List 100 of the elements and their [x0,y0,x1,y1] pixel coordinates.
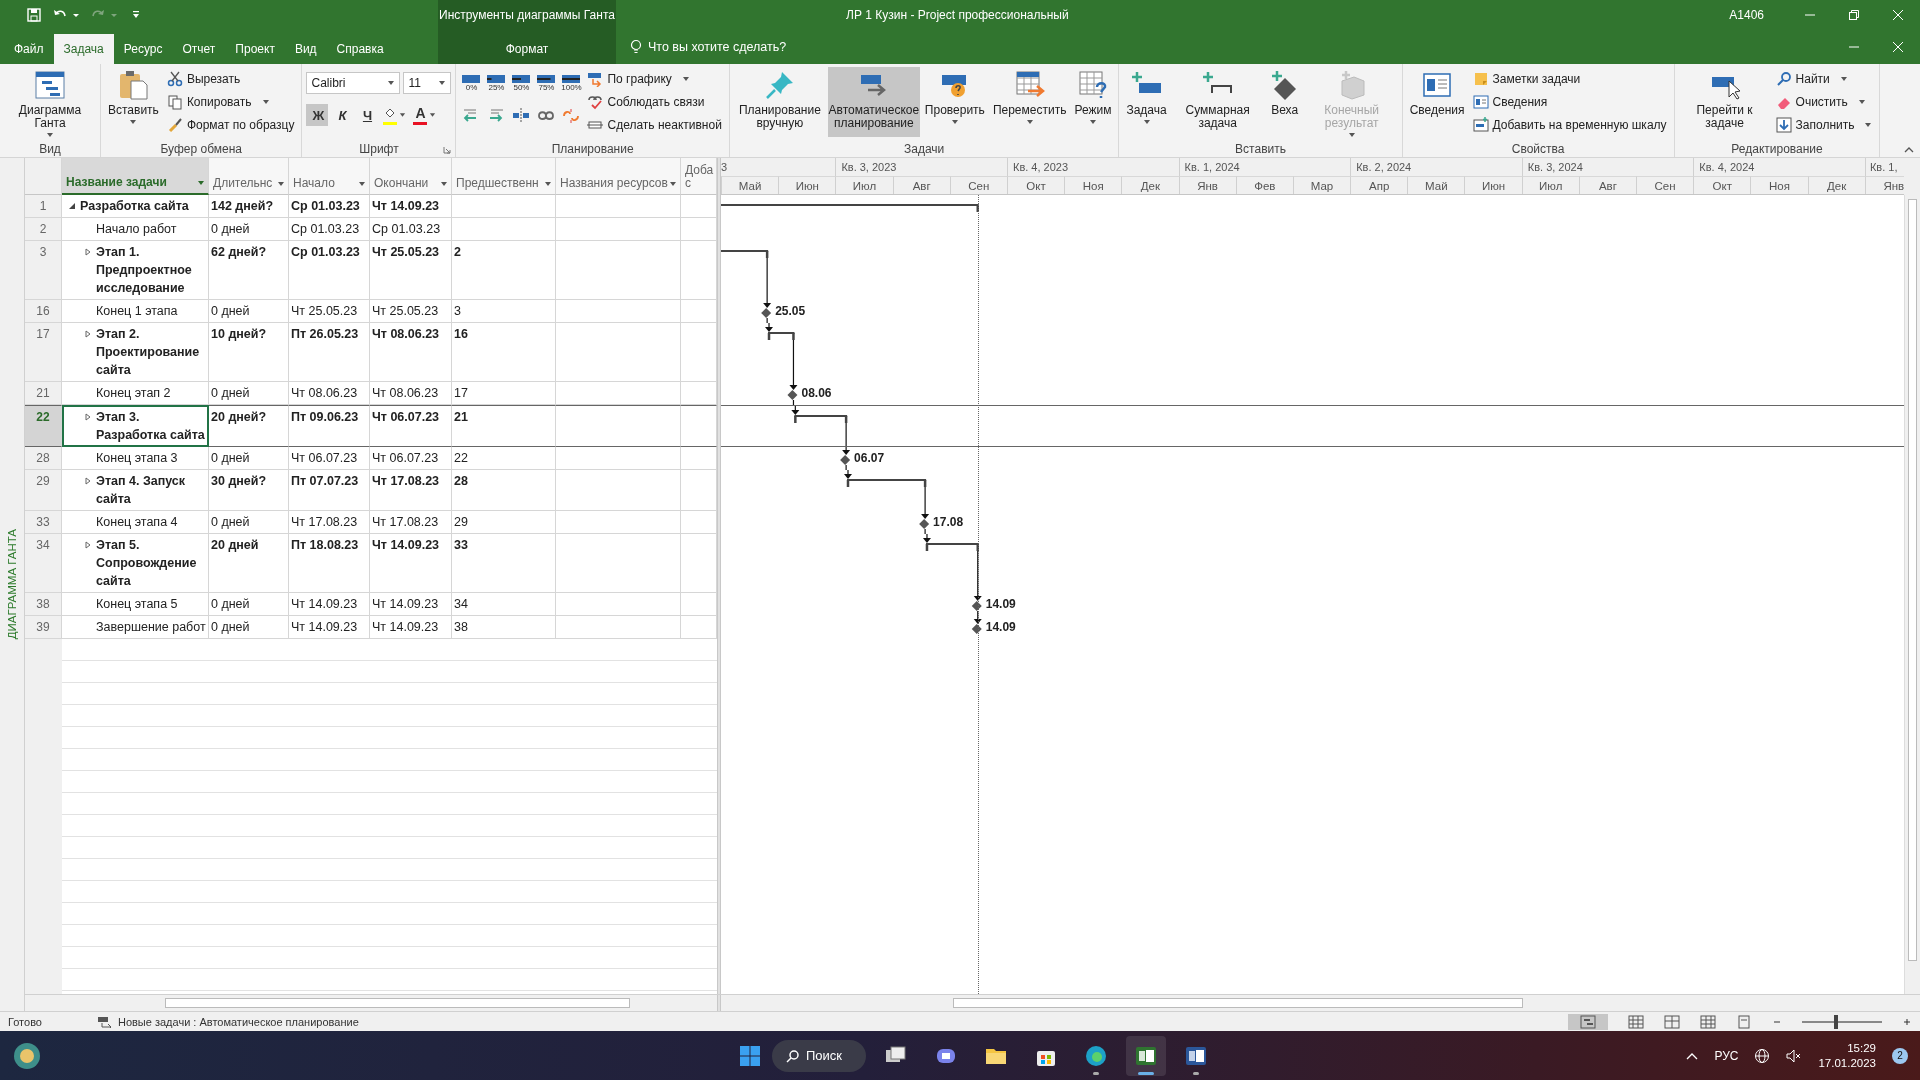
column-header[interactable]: Длительнс [209,158,289,195]
close-icon[interactable] [1892,41,1904,53]
notification-badge[interactable]: 2 [1892,1047,1908,1064]
column-header[interactable]: Окончани [370,158,452,195]
column-header[interactable]: Название задачи [62,158,209,195]
collapsed-icon[interactable] [84,248,92,256]
format-toggle[interactable]: Ж [306,104,329,126]
ribbon-button[interactable]: Заполнить [1772,114,1876,135]
taskbar-search[interactable]: Поиск [772,1039,867,1072]
browser-icon[interactable] [1084,1043,1109,1068]
zoom-in-icon[interactable] [1902,1016,1912,1027]
format-toggle[interactable]: Ч [356,104,379,126]
ribbon-button[interactable]: Задача [1123,67,1170,137]
milestone-icon [840,455,851,465]
collapsed-icon[interactable] [84,477,92,485]
font-field[interactable]: 11 [403,72,452,94]
row-number[interactable]: 3 [39,245,47,259]
row-number[interactable]: 29 [36,474,50,488]
restore-icon[interactable] [1848,9,1860,21]
weather-widget-icon[interactable] [12,1040,42,1071]
indent-icon[interactable] [487,107,506,123]
ribbon-button[interactable]: Проверить [921,67,988,137]
ribbon-button[interactable]: Очистить [1772,91,1876,112]
percent-complete-button[interactable]: 50% [510,74,533,92]
ribbon-button[interactable]: Копировать [163,91,298,112]
ribbon-tab[interactable]: Проект [225,34,285,64]
ribbon-button[interactable]: Перейти к задаче [1678,67,1771,137]
expanded-icon[interactable] [68,202,76,210]
percent-complete-button[interactable]: 75% [535,74,558,92]
globe-icon[interactable] [1754,1047,1771,1064]
ribbon-button[interactable]: По графику [584,68,725,89]
scrollbar-thumb[interactable] [1908,199,1917,961]
row-number[interactable]: 2 [39,222,47,236]
ribbon-tab[interactable]: Задача [53,34,114,64]
speaker-muted-icon[interactable] [1786,1047,1803,1064]
ribbon-tab[interactable]: Ресурс [113,34,173,64]
ribbon-button[interactable]: Сведения [1406,67,1468,137]
search-field[interactable]: Что вы хотите сделать? [646,39,850,55]
ribbon-button[interactable]: Сведения [1469,91,1670,112]
column-header[interactable]: Предшественн [452,158,556,195]
scrollbar-thumb[interactable] [953,998,1523,1008]
font-field[interactable]: Calibri [306,72,401,94]
calendar-question-icon [1076,69,1109,101]
horizontal-scrollbar[interactable] [721,995,1920,1011]
color-button[interactable]: A [411,103,439,127]
horizontal-scrollbar[interactable] [25,995,717,1011]
unlink-icon[interactable] [562,107,581,123]
ribbon-button[interactable]: Вырезать [163,68,298,89]
row-number[interactable]: 34 [36,538,50,552]
collapsed-icon[interactable] [84,413,92,421]
ribbon-button[interactable]: Вставить [105,67,162,137]
vertical-scrollbar[interactable] [1904,195,1920,994]
calendar-view-icon[interactable] [1628,1014,1644,1029]
ribbon-button[interactable]: Заметки задачи [1469,68,1670,89]
task-usage-view-icon[interactable] [1664,1014,1680,1029]
percent-complete-button[interactable]: 25% [485,74,508,92]
ribbon-button[interactable]: Режим [1071,67,1115,137]
ribbon-button[interactable]: Соблюдать связи [584,91,725,112]
ribbon-button[interactable]: Автоматическое планирование [827,67,920,137]
ribbon-button[interactable]: Сделать неактивной [584,114,725,135]
group-label: Вставить [1235,141,1286,156]
split-icon[interactable] [512,107,531,123]
scrollbar-thumb[interactable] [165,998,630,1008]
ribbon-button[interactable]: Найти [1772,68,1876,89]
row-number[interactable]: 1 [39,199,47,213]
ribbon-tab[interactable]: Отчет [172,34,226,64]
row-number[interactable]: 17 [36,327,50,341]
collapse-ribbon-icon[interactable] [1904,147,1914,153]
collapsed-icon[interactable] [84,330,92,338]
ribbon-button[interactable]: Диаграмма Ганта [4,67,96,140]
column-header[interactable]: Названия ресурсов [556,158,681,195]
start-icon[interactable] [738,1043,762,1068]
column-header[interactable]: Начало [289,158,370,195]
ribbon-button[interactable]: Планирование вручную [733,67,826,137]
ribbon-button[interactable]: Переместить [989,67,1070,137]
ribbon-button[interactable]: Добавить на временную шкалу [1469,114,1670,135]
collapsed-icon[interactable] [84,541,92,549]
ribbon-button[interactable]: Формат по образцу [163,114,298,135]
percent-complete-button[interactable]: 100% [560,74,583,92]
row-number[interactable]: 22 [36,410,50,424]
ribbon-button[interactable]: Веха [1265,67,1304,137]
dialog-launcher-icon[interactable] [443,146,452,154]
save-icon[interactable] [26,7,42,23]
predecessors-cell: 28 [454,474,468,488]
ribbon-tab[interactable]: Файл [4,34,54,64]
ribbon-button[interactable]: Суммарная задача [1171,67,1264,137]
close-icon[interactable] [1892,9,1904,21]
clock[interactable]: 15:29 17.01.2023 [1818,1040,1876,1071]
language-indicator[interactable]: РУС [1714,1048,1739,1063]
zoom-slider-thumb[interactable] [1833,1014,1838,1029]
percent-complete-button[interactable]: 0% [460,74,483,92]
format-toggle[interactable]: К [331,104,354,126]
gantt-view-icon[interactable] [1568,1013,1608,1030]
column-header[interactable]: Доба с [681,158,717,195]
ribbon-tab[interactable]: Справка [326,34,394,64]
task-mode-text[interactable]: Новые задачи : Автоматическое планирование [117,1015,359,1028]
customize-icon[interactable] [132,10,140,20]
sheet-view-icon[interactable] [1700,1014,1716,1029]
ribbon-tab[interactable]: Вид [284,34,327,64]
tray-overflow-icon[interactable] [1686,1051,1699,1060]
